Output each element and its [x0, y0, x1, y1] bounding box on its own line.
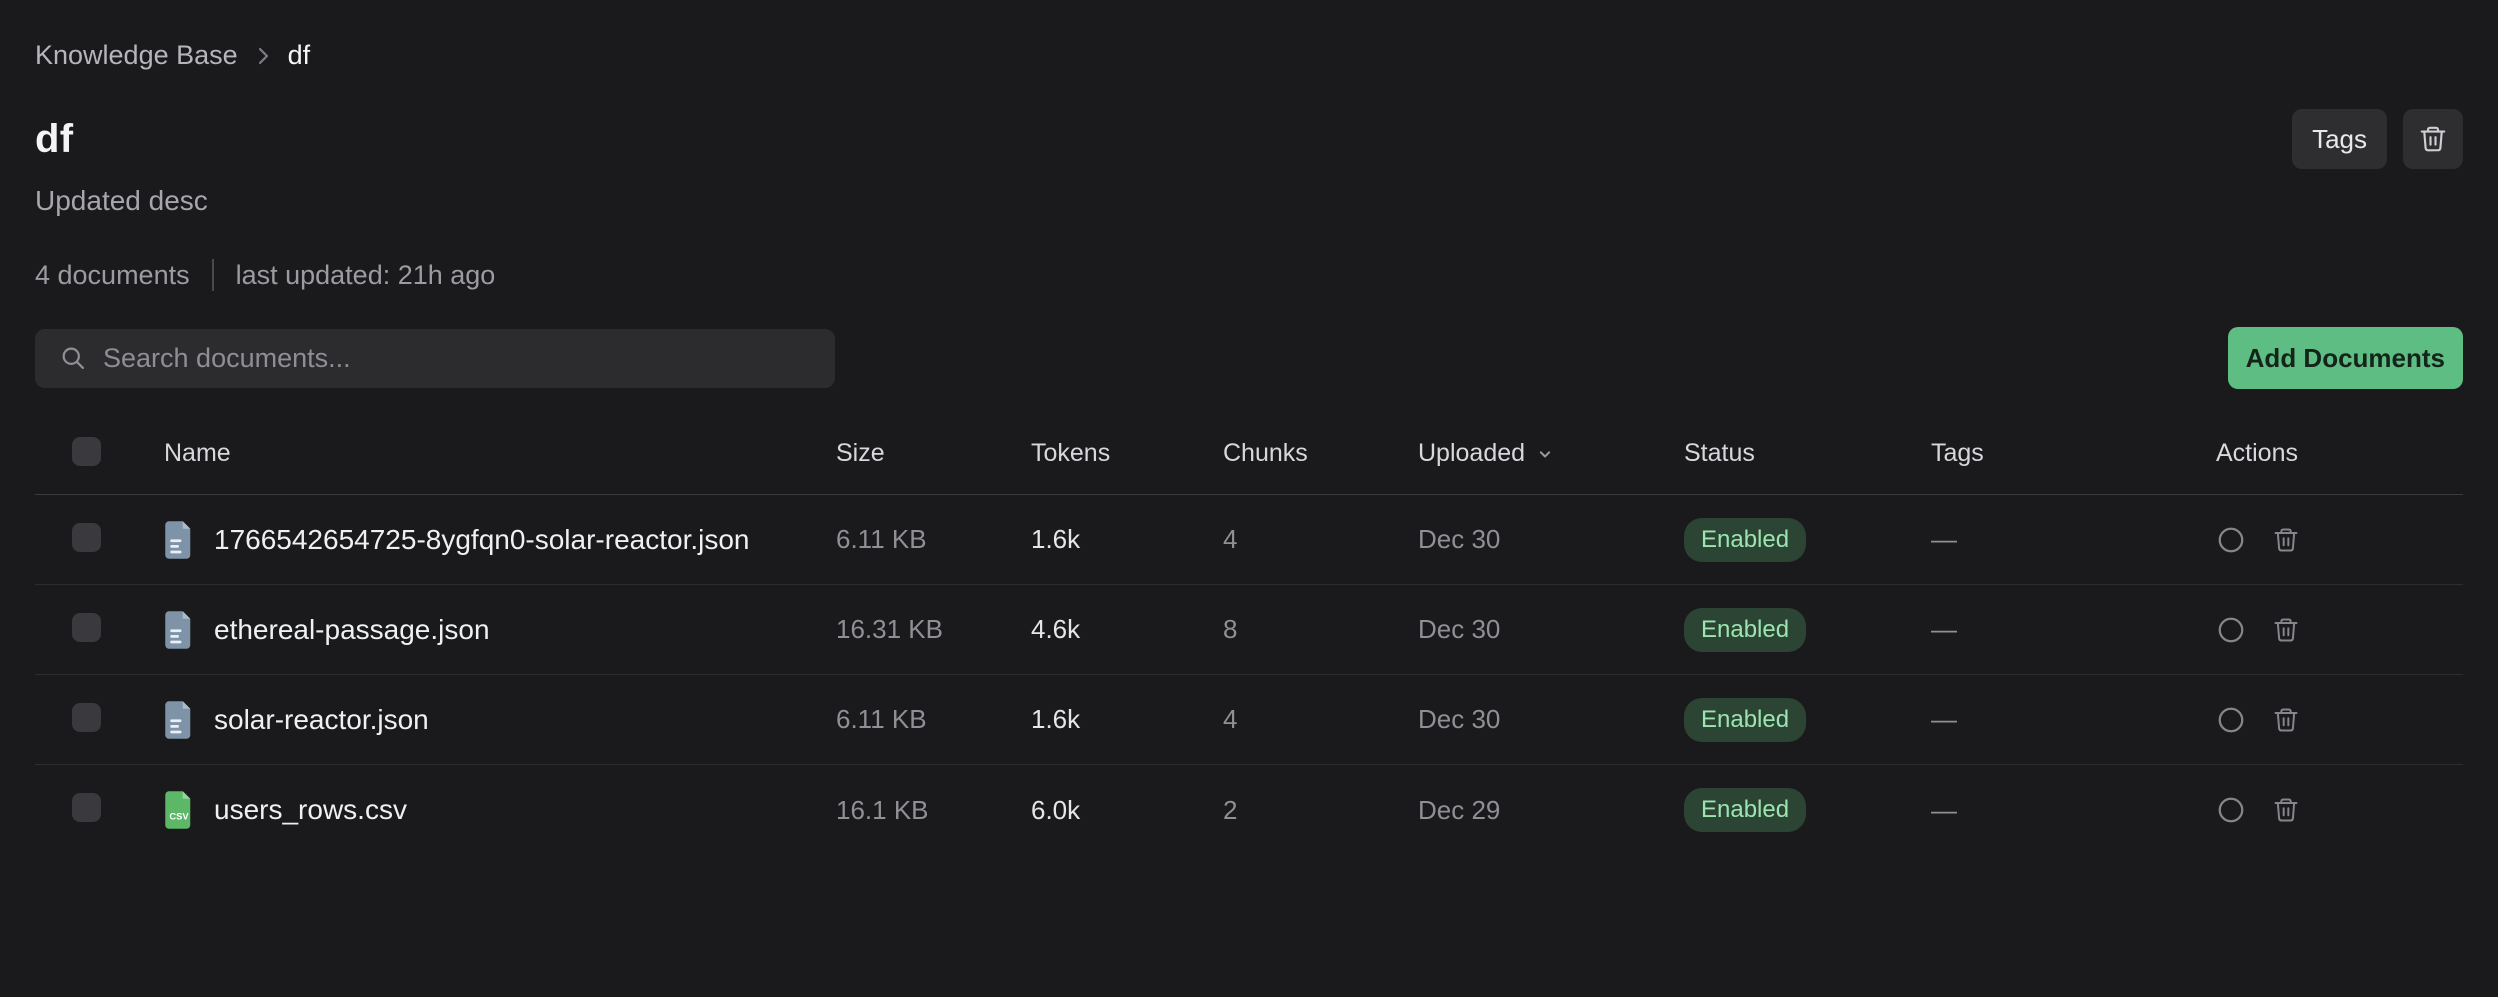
status-badge: Enabled: [1684, 788, 1806, 832]
breadcrumb-chevron-icon: [254, 45, 272, 67]
file-csv-icon: CSV: [164, 791, 194, 829]
document-name[interactable]: solar-reactor.json: [214, 704, 429, 736]
search-documents-input[interactable]: [103, 343, 815, 374]
table-body: CSV 1766542654725-8ygfqn0-solar-reactor.…: [35, 495, 2463, 855]
document-tags: —: [1931, 524, 2216, 555]
delete-document-button[interactable]: [2272, 526, 2300, 554]
trash-icon: [2418, 124, 2448, 154]
svg-text:CSV: CSV: [169, 811, 189, 821]
table-row: CSV users_rows.csv 16.1 KB 6.0k 2 Dec 29…: [35, 765, 2463, 855]
circle-icon: [2216, 795, 2246, 825]
table-header-row: Name Size Tokens Chunks Uploaded Status …: [35, 413, 2463, 495]
circle-icon: [2216, 525, 2246, 555]
document-tokens: 4.6k: [1031, 614, 1223, 645]
column-header-status[interactable]: Status: [1684, 439, 1931, 468]
document-name[interactable]: users_rows.csv: [214, 794, 407, 826]
trash-icon: [2272, 526, 2300, 554]
column-header-size[interactable]: Size: [836, 439, 1031, 468]
breadcrumb-root-link[interactable]: Knowledge Base: [35, 40, 238, 71]
document-name[interactable]: 1766542654725-8ygfqn0-solar-reactor.json: [214, 524, 750, 556]
stats-divider: [212, 259, 214, 291]
delete-document-button[interactable]: [2272, 706, 2300, 734]
column-header-actions: Actions: [2216, 439, 2463, 468]
add-documents-button[interactable]: Add Documents: [2228, 327, 2463, 389]
document-chunks: 2: [1223, 795, 1418, 826]
document-tokens: 1.6k: [1031, 704, 1223, 735]
delete-document-button[interactable]: [2272, 616, 2300, 644]
page-title: df: [35, 117, 73, 162]
row-checkbox[interactable]: [72, 613, 101, 642]
status-toggle-button[interactable]: [2216, 615, 2246, 645]
status-badge: Enabled: [1684, 608, 1806, 652]
sort-chevron-down-icon: [1535, 444, 1555, 464]
kb-stats: 4 documents last updated: 21h ago: [35, 259, 2463, 291]
breadcrumb-current: df: [288, 40, 311, 71]
page-header: df Tags: [35, 109, 2463, 169]
documents-table: Name Size Tokens Chunks Uploaded Status …: [35, 413, 2463, 855]
file-json-icon: [164, 521, 194, 559]
status-badge: Enabled: [1684, 698, 1806, 742]
column-header-tokens[interactable]: Tokens: [1031, 439, 1223, 468]
document-size: 6.11 KB: [836, 524, 1031, 555]
circle-icon: [2216, 705, 2246, 735]
document-tags: —: [1931, 704, 2216, 735]
trash-icon: [2272, 616, 2300, 644]
toolbar: Add Documents: [35, 327, 2463, 389]
document-chunks: 4: [1223, 704, 1418, 735]
trash-icon: [2272, 706, 2300, 734]
delete-knowledge-base-button[interactable]: [2403, 109, 2463, 169]
document-uploaded: Dec 30: [1418, 704, 1684, 735]
document-tags: —: [1931, 614, 2216, 645]
file-json-icon: [164, 701, 194, 739]
status-badge: Enabled: [1684, 518, 1806, 562]
column-header-chunks[interactable]: Chunks: [1223, 439, 1418, 468]
status-toggle-button[interactable]: [2216, 795, 2246, 825]
document-tokens: 1.6k: [1031, 524, 1223, 555]
document-tokens: 6.0k: [1031, 795, 1223, 826]
trash-icon: [2272, 796, 2300, 824]
breadcrumb: Knowledge Base df: [35, 0, 2463, 71]
row-checkbox[interactable]: [72, 523, 101, 552]
document-uploaded: Dec 29: [1418, 795, 1684, 826]
column-header-name[interactable]: Name: [164, 439, 836, 468]
circle-icon: [2216, 615, 2246, 645]
header-actions: Tags: [2292, 109, 2463, 169]
knowledge-base-page: Knowledge Base df df Tags Updated desc 4…: [0, 0, 2498, 997]
document-count: 4 documents: [35, 260, 190, 291]
document-chunks: 8: [1223, 614, 1418, 645]
column-header-uploaded[interactable]: Uploaded: [1418, 439, 1684, 468]
document-uploaded: Dec 30: [1418, 524, 1684, 555]
row-checkbox[interactable]: [72, 793, 101, 822]
document-name[interactable]: ethereal-passage.json: [214, 614, 490, 646]
table-row: CSV ethereal-passage.json 16.31 KB 4.6k …: [35, 585, 2463, 675]
delete-document-button[interactable]: [2272, 796, 2300, 824]
document-chunks: 4: [1223, 524, 1418, 555]
document-size: 6.11 KB: [836, 704, 1031, 735]
last-updated: last updated: 21h ago: [236, 260, 496, 291]
status-toggle-button[interactable]: [2216, 525, 2246, 555]
document-size: 16.31 KB: [836, 614, 1031, 645]
table-row: CSV 1766542654725-8ygfqn0-solar-reactor.…: [35, 495, 2463, 585]
file-json-icon: [164, 611, 194, 649]
search-icon: [59, 344, 87, 372]
tags-button[interactable]: Tags: [2292, 109, 2387, 169]
select-all-checkbox[interactable]: [72, 437, 101, 466]
document-size: 16.1 KB: [836, 795, 1031, 826]
row-checkbox[interactable]: [72, 703, 101, 732]
kb-description: Updated desc: [35, 185, 2463, 217]
table-row: CSV solar-reactor.json 6.11 KB 1.6k 4 De…: [35, 675, 2463, 765]
column-header-tags[interactable]: Tags: [1931, 439, 2216, 468]
document-uploaded: Dec 30: [1418, 614, 1684, 645]
status-toggle-button[interactable]: [2216, 705, 2246, 735]
document-tags: —: [1931, 795, 2216, 826]
search-bar: [35, 329, 835, 388]
